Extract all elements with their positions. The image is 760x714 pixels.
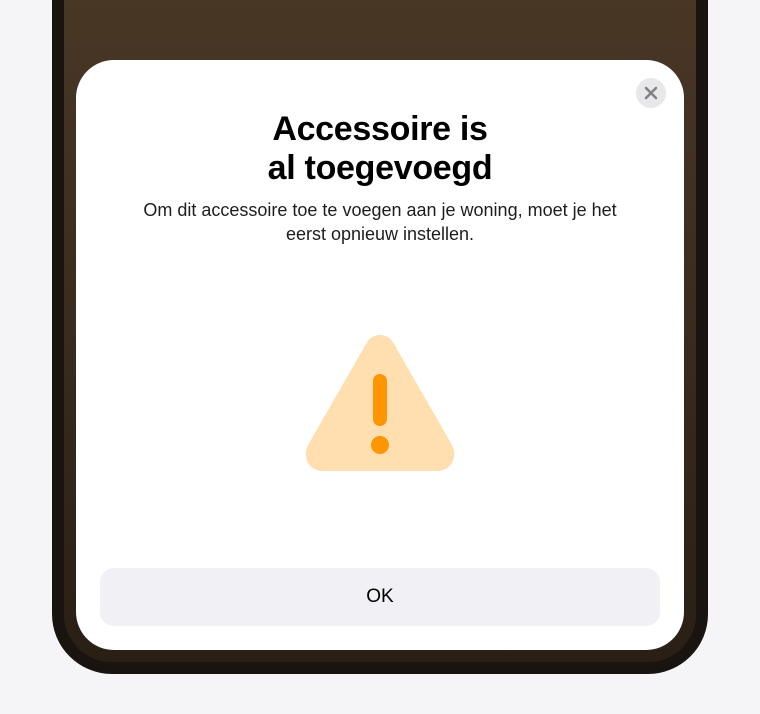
warning-triangle-icon <box>300 327 460 477</box>
close-button[interactable] <box>636 78 666 108</box>
close-icon <box>644 86 658 100</box>
dialog-title-line2: al toegevoegd <box>268 149 493 187</box>
phone-frame: Accessoire is al toegevoegd Om dit acces… <box>52 0 708 674</box>
dialog-title-line1: Accessoire is <box>272 110 487 148</box>
alert-dialog: Accessoire is al toegevoegd Om dit acces… <box>76 60 684 650</box>
dialog-title: Accessoire is al toegevoegd <box>268 110 493 188</box>
ok-button[interactable]: OK <box>100 568 660 626</box>
phone-screen: Accessoire is al toegevoegd Om dit acces… <box>64 0 696 662</box>
warning-icon-container <box>300 237 460 568</box>
